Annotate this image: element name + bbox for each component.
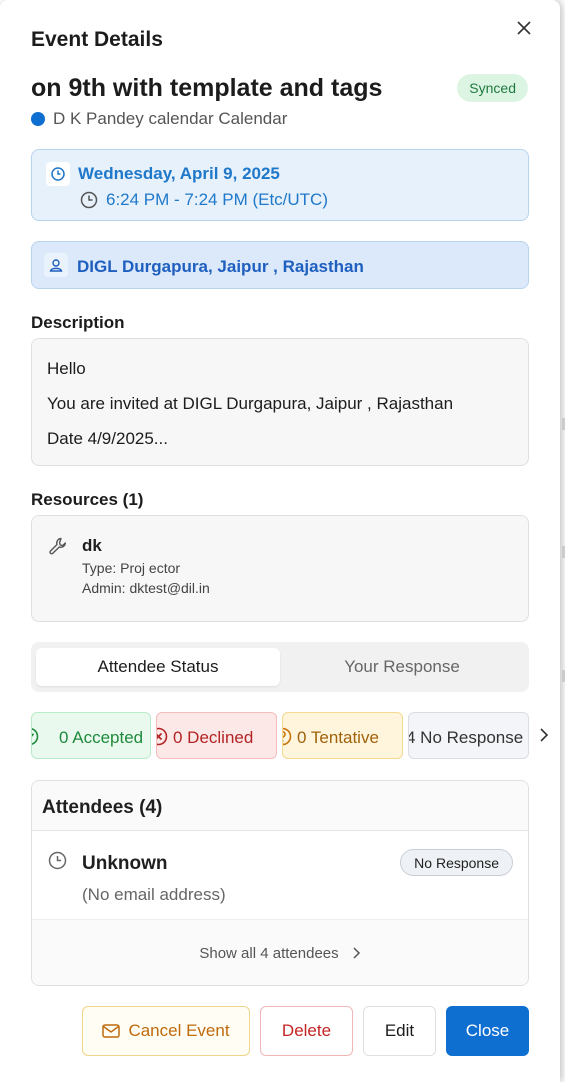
attendee-status-badge: No Response [400,849,513,876]
declined-count-chip[interactable]: 0 Declined [156,712,277,759]
chevron-right-icon [353,947,360,959]
cancel-event-button[interactable]: Cancel Event [82,1006,250,1056]
sync-status-badge: Synced [457,74,528,102]
calendar-info: D K Pandey calendar Calendar [31,109,287,129]
description-line: Date 4/9/2025... [47,429,168,448]
description-line: Hello [47,359,86,378]
attendees-panel: Attendees (4) Unknown (No email address)… [31,780,529,986]
no-response-count: 4 No Response [408,728,524,747]
location-card: DIGL Durgapura, Jaipur , Rajasthan [31,241,529,289]
mail-icon [102,1024,121,1038]
x-circle-icon [157,727,168,746]
accepted-count-chip[interactable]: 0 Accepted [31,712,151,759]
event-details-dialog: Event Details on 9th with template and t… [0,0,560,1082]
wrench-icon [49,537,66,555]
clock-icon [80,191,98,209]
event-location: DIGL Durgapura, Jaipur , Rajasthan [77,257,364,276]
clock-icon [48,851,67,870]
event-title: on 9th with template and tags [31,74,383,102]
cancel-event-label: Cancel Event [128,1021,230,1040]
calendar-color-dot [31,112,45,126]
status-summary: 0 Accepted 0 Declined 0 Tentative 4 No R… [0,712,560,760]
event-time: 6:24 PM - 7:24 PM (Etc/UTC) [106,190,328,209]
location-person-icon [44,253,68,277]
chevron-right-icon[interactable] [538,727,550,743]
attendee-name: Unknown [82,853,168,874]
attendee-email: (No email address) [82,885,226,904]
resources-label: Resources (1) [31,490,144,509]
show-all-label: Show all 4 attendees [199,944,339,962]
accepted-count: 0 Accepted [59,728,144,747]
dialog-title: Event Details [31,28,163,51]
description-line: You are invited at DIGL Durgapura, Jaipu… [47,394,454,413]
event-date: Wednesday, April 9, 2025 [78,164,280,183]
attendees-title: Attendees (4) [32,781,528,831]
attendee-row: Unknown (No email address) No Response [32,831,528,920]
clock-icon [46,162,70,186]
attendee-tabs: Attendee Status Your Response [31,642,529,692]
check-circle-icon [32,728,39,745]
declined-count: 0 Declined [173,728,254,747]
resource-name: dk [82,536,102,555]
delete-button[interactable]: Delete [260,1006,353,1056]
tentative-count: 0 Tentative [297,728,379,747]
no-response-count-chip[interactable]: 4 No Response [408,712,529,759]
tab-attendee-status[interactable]: Attendee Status [36,648,280,686]
resource-card: dk Type: Proj ector Admin: dktest@dil.in [31,515,529,622]
resource-type: Type: Proj ector [82,560,181,576]
event-time-row: 6:24 PM - 7:24 PM (Etc/UTC) [80,190,328,210]
question-circle-icon [283,727,292,746]
calendar-name: D K Pandey calendar Calendar [53,109,288,128]
tentative-count-chip[interactable]: 0 Tentative [282,712,403,759]
description-box: Hello You are invited at DIGL Durgapura,… [31,338,529,466]
close-icon[interactable] [512,16,536,40]
datetime-card: Wednesday, April 9, 2025 6:24 PM - 7:24 … [31,149,529,221]
close-button[interactable]: Close [446,1006,529,1056]
show-all-attendees-button[interactable]: Show all 4 attendees [32,920,528,985]
resource-admin: Admin: dktest@dil.in [82,580,210,596]
tab-your-response[interactable]: Your Response [280,648,524,686]
edit-button[interactable]: Edit [363,1006,436,1056]
description-label: Description [31,313,125,332]
